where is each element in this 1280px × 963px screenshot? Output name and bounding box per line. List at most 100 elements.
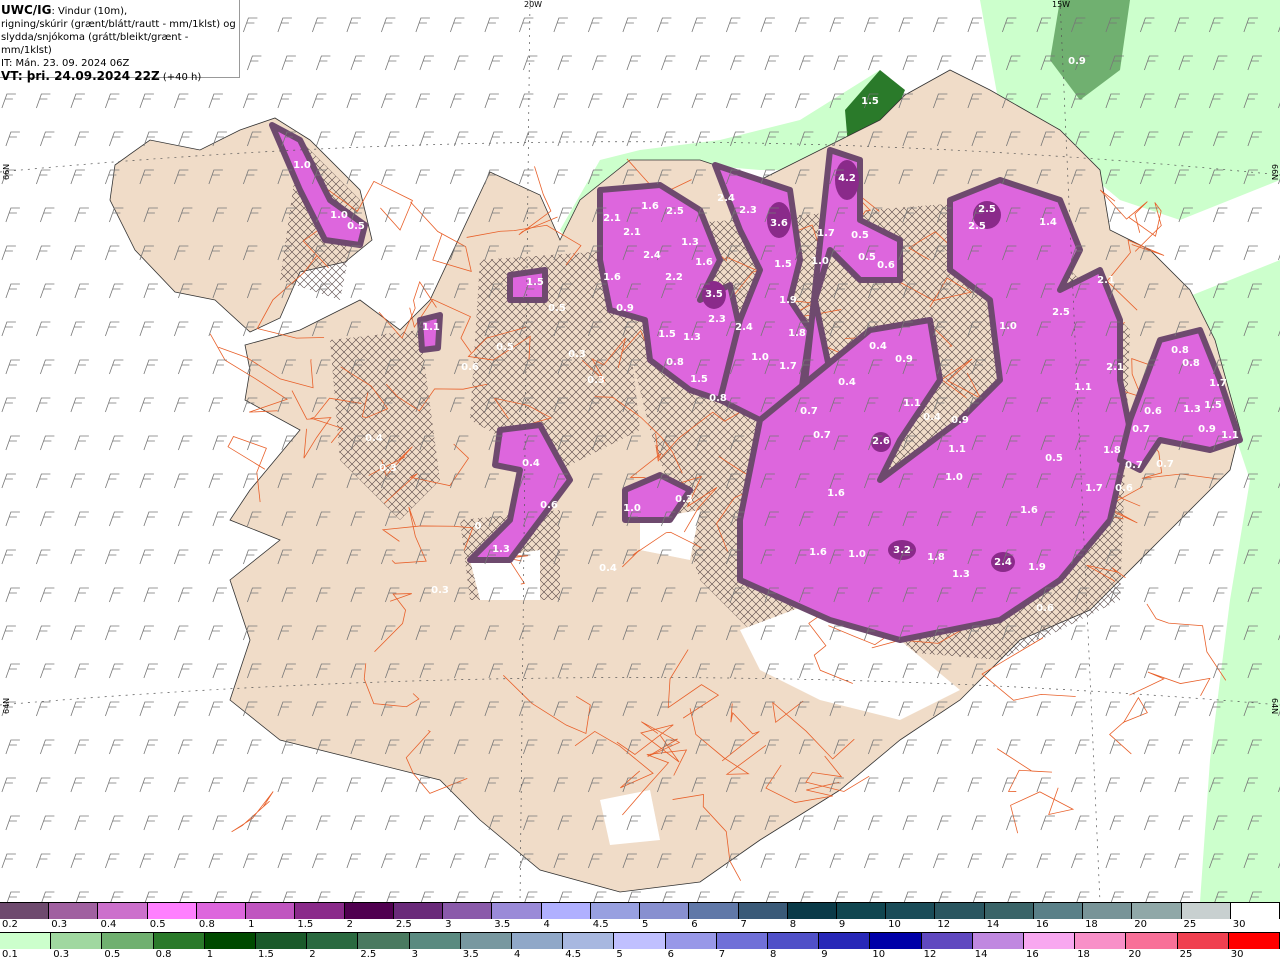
snow-swatch <box>1132 903 1182 919</box>
rain-swatch <box>1024 933 1076 949</box>
snow-swatch <box>787 903 837 919</box>
precip-value-label: 0.6 <box>540 500 558 511</box>
precip-value-label: 2.5 <box>666 206 684 217</box>
rain-legend-label: 6 <box>667 949 674 960</box>
rain-swatch <box>563 933 615 949</box>
lat-label-left-top: 66N <box>2 164 11 180</box>
precip-value-label: 2.4 <box>735 322 753 333</box>
precip-value-label: 1.6 <box>809 547 827 558</box>
snow-swatches <box>0 902 1280 919</box>
lon-label-20w: 20W <box>524 0 542 9</box>
precip-value-label: 2.5 <box>968 221 986 232</box>
rain-legend-label: 25 <box>1179 949 1193 960</box>
precip-value-label: 1.5 <box>774 259 792 270</box>
lat-label-right-top: 66N <box>1270 164 1279 180</box>
precip-value-label: 0.8 <box>709 393 727 404</box>
precip-value-label: 2.4 <box>994 557 1012 568</box>
rain-swatch <box>972 933 1025 949</box>
rain-swatch <box>409 933 461 949</box>
precip-value-label: 0.6 <box>1036 603 1054 614</box>
snow-legend-label: 0.2 <box>2 919 18 930</box>
rain-swatch <box>768 933 820 949</box>
precip-value-label: 1.5 <box>526 277 544 288</box>
rain-swatch <box>460 933 513 949</box>
precip-value-label: 0.3 <box>587 375 605 386</box>
rain-legend-label: 0.1 <box>2 949 18 960</box>
precip-value-label: 0.8 <box>666 357 684 368</box>
snow-legend-label: 18 <box>1085 919 1098 930</box>
precip-value-label: 2.3 <box>739 205 757 216</box>
rain-legend-label: 3.5 <box>462 949 479 960</box>
precip-value-label: 1.6 <box>641 201 659 212</box>
rain-legend-label: 0.5 <box>104 949 121 960</box>
precip-value-label: 1.3 <box>1183 404 1201 415</box>
rain-legend-label: 18 <box>1077 949 1090 960</box>
rain-swatches <box>0 932 1280 949</box>
rain-swatch <box>921 933 973 949</box>
rain-legend-label: 16 <box>1026 949 1039 960</box>
precip-value-label: 1.0 <box>945 472 963 483</box>
precip-value-label: 0.4 <box>365 433 383 444</box>
precip-value-label: 0.3 <box>379 463 397 474</box>
precip-value-label: 0.5 <box>858 252 876 263</box>
precip-value-label: 1.6 <box>695 257 713 268</box>
precip-value-label: 1.4 <box>1039 217 1057 228</box>
rain-swatch <box>870 933 922 949</box>
snow-swatch <box>246 903 296 919</box>
precip-value-label: 0.5 <box>1045 453 1063 464</box>
precip-value-label: 0.7 <box>1132 424 1150 435</box>
precip-value-label: 1.3 <box>492 544 510 555</box>
precip-value-label: 1.9 <box>779 295 797 306</box>
precip-value-label: 1.3 <box>681 237 699 248</box>
precip-value-label: 3.6 <box>770 218 788 229</box>
snow-swatch <box>935 903 985 919</box>
snow-legend-label: 1.5 <box>297 919 314 930</box>
snow-legend-label: 0.5 <box>149 919 166 930</box>
precip-value-label: 2.1 <box>1097 275 1115 286</box>
snow-legend-label: 3.5 <box>494 919 511 930</box>
title-snow-desc: slydda/snjókoma (grátt/bleikt/grænt - mm… <box>1 32 189 56</box>
snow-swatch <box>590 903 641 919</box>
precip-value-label: 1.0 <box>330 210 348 221</box>
precip-value-label: 2.2 <box>665 272 683 283</box>
precip-value-label: 1.1 <box>1221 430 1239 441</box>
snow-legend-label: 2 <box>346 919 353 930</box>
snow-swatch <box>738 903 788 919</box>
precip-value-label: 1.7 <box>1209 378 1227 389</box>
precip-value-label: 1.0 <box>623 503 641 514</box>
snow-color-legend: 0.2 0.3 0.4 0.5 0.8 1 1.5 2 2.5 3 3.5 4 4.5 5 6 7 8 9 10 12… <box>0 902 1280 933</box>
model-name: UWC/IG <box>1 3 52 17</box>
lat-label-right-bottom: 64N <box>1270 698 1279 714</box>
snow-swatch <box>1181 903 1231 919</box>
precip-value-label: 2.4 <box>717 193 735 204</box>
rain-swatch <box>102 933 154 949</box>
snow-legend-label: 6 <box>691 919 698 930</box>
snow-swatch <box>1230 903 1280 919</box>
precip-value-label: 1.7 <box>779 361 797 372</box>
rain-swatch <box>1177 933 1229 949</box>
snow-legend-labels: 0.2 0.3 0.4 0.5 0.8 1 1.5 2 2.5 3 3.5 4 4.5 5 6 7 8 9 10 12… <box>0 919 1280 933</box>
snow-swatch <box>1083 903 1133 919</box>
snow-swatch <box>492 903 542 919</box>
precip-value-label: 0.3 <box>675 494 693 505</box>
snow-swatch <box>393 903 444 919</box>
rain-swatch <box>716 933 769 949</box>
rain-color-legend: 0.1 0.3 0.5 0.8 1 1.5 2 2.5 3 3.5 4 4.5 5 6 7 8 9 10 12 14 1… <box>0 932 1280 963</box>
rain-swatch <box>614 933 666 949</box>
precip-value-label: 1.0 <box>751 352 769 363</box>
precip-value-label: 1.6 <box>827 488 845 499</box>
precip-value-label: 0.3 <box>431 585 449 596</box>
rain-legend-labels: 0.1 0.3 0.5 0.8 1 1.5 2 2.5 3 3.5 4 4.5 5 6 7 8 9 10 12 14 1… <box>0 949 1280 963</box>
snow-legend-label: 0.4 <box>100 919 117 930</box>
precip-value-label: 0.6 <box>877 260 895 271</box>
precip-value-label: 1.7 <box>817 228 835 239</box>
rain-swatch <box>1228 933 1280 949</box>
snow-legend-label: 20 <box>1134 919 1148 930</box>
precip-value-label: 2.5 <box>1052 307 1070 318</box>
precip-value-label: 2.6 <box>872 436 890 447</box>
snow-legend-label: 0.8 <box>198 919 215 930</box>
rain-legend-label: 14 <box>974 949 988 960</box>
precip-value-label: 0.4 <box>599 563 617 574</box>
snow-swatch <box>836 903 887 919</box>
precip-value-label: 0.5 <box>347 221 365 232</box>
